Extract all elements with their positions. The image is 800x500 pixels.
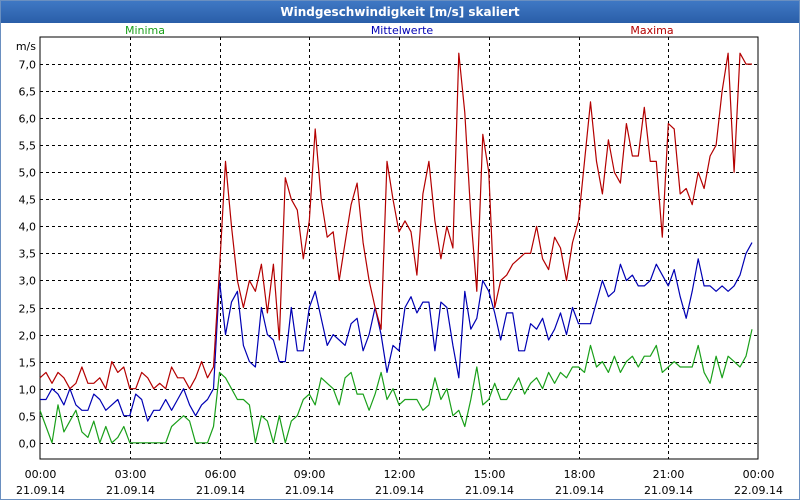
x-tick-time: 06:00 (205, 468, 237, 481)
x-tick-date: 21.09.14 (465, 484, 514, 497)
y-axis-label: m/s (16, 40, 36, 53)
y-tick-label: 1,5 (19, 357, 37, 370)
legend-minima: Minima (125, 24, 165, 37)
x-tick-time: 09:00 (294, 468, 326, 481)
series-line-mittelwerte (40, 242, 753, 422)
x-tick-date: 21.09.14 (285, 484, 334, 497)
x-tick-date: 21.09.14 (106, 484, 155, 497)
grid-layer (39, 36, 759, 460)
x-tick-time: 15:00 (474, 468, 506, 481)
x-tick-date: 21.09.14 (196, 484, 245, 497)
y-tick-label: 6,0 (19, 113, 37, 126)
y-tick-label: 6,5 (19, 86, 37, 99)
x-tick-time: 00:00 (25, 468, 57, 481)
legend-mittelwerte: Mittelwerte (371, 24, 434, 37)
series-layer (39, 52, 753, 444)
legend-maxima: Maxima (630, 24, 673, 37)
x-tick-time: 03:00 (115, 468, 147, 481)
x-tick-date: 21.09.14 (16, 484, 65, 497)
y-tick-label: 4,5 (19, 194, 37, 207)
y-tick-label: 1,0 (19, 384, 37, 397)
y-tick-label: 5,5 (19, 140, 37, 153)
x-tick-date: 21.09.14 (555, 484, 604, 497)
y-tick-label: 0,0 (19, 438, 37, 451)
y-tick-label: 5,0 (19, 167, 37, 180)
series-line-minima (39, 329, 753, 444)
y-tick-label: 7,0 (19, 59, 37, 72)
x-tick-time: 12:00 (384, 468, 416, 481)
y-tick-label: 4,0 (19, 221, 37, 234)
y-tick-label: 3,5 (19, 248, 37, 261)
y-tick-label: 2,5 (19, 303, 37, 316)
x-tick-date: 22.09.14 (734, 484, 783, 497)
x-tick-time: 00:00 (743, 468, 775, 481)
series-line-maxima (39, 52, 752, 390)
y-tick-label: 2,0 (19, 330, 37, 343)
legend-layer: Minima Mittelwerte Maxima (125, 24, 674, 37)
y-tick-label: 3,0 (19, 275, 37, 288)
x-tick-date: 21.09.14 (644, 484, 693, 497)
x-tick-time: 18:00 (564, 468, 596, 481)
x-tick-date: 21.09.14 (375, 484, 424, 497)
chart-svg: 0,0 0,5 1,0 1,5 2,0 2,5 3,0 3,5 4,0 4,5 5,0 5,5 6,0 6… (16, 24, 783, 497)
x-tick-time: 21:00 (653, 468, 685, 481)
y-tick-label: 0,5 (19, 411, 37, 424)
